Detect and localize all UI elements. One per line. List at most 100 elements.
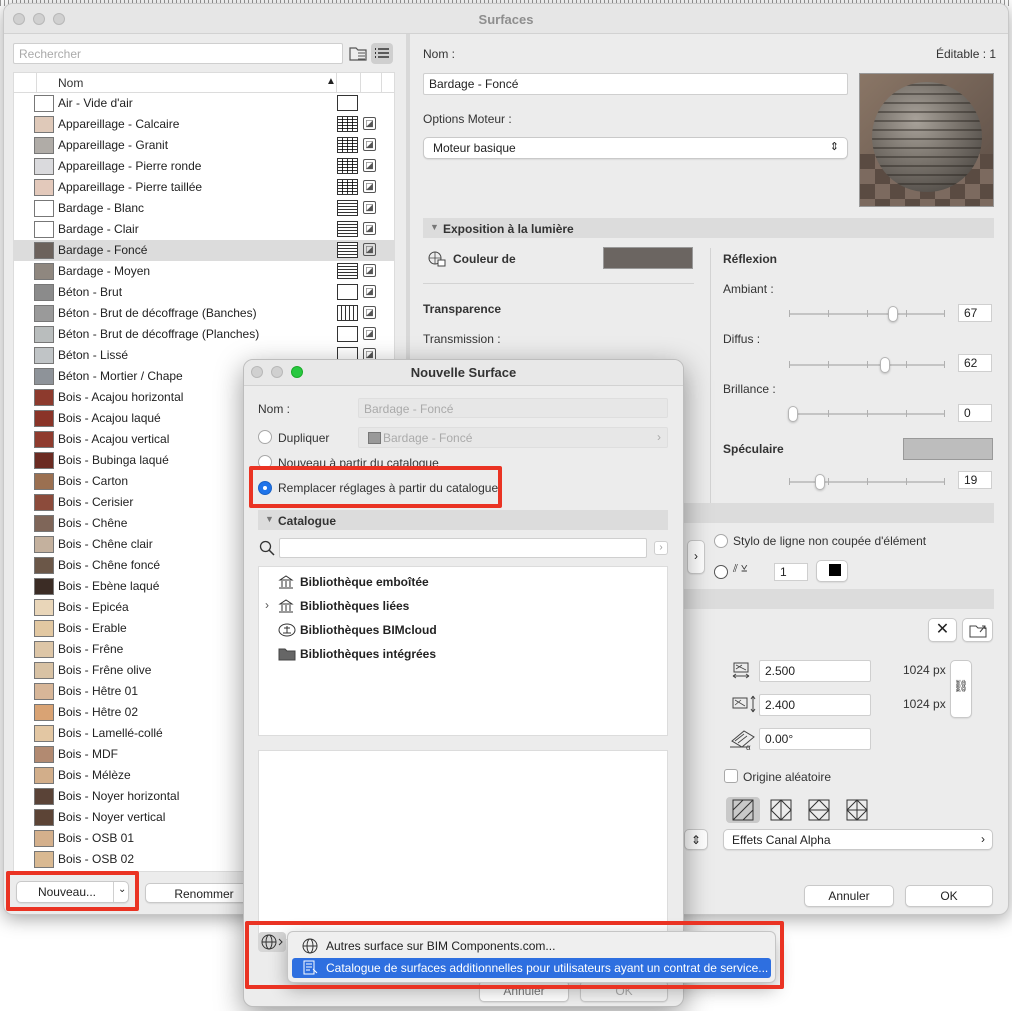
mirror-none-button[interactable] bbox=[726, 797, 760, 823]
dialog-title: Nouvelle Surface bbox=[410, 365, 517, 380]
speculaire-value[interactable]: 19 bbox=[958, 471, 992, 489]
expand-arrow-button[interactable]: › bbox=[687, 540, 705, 574]
couleur-swatch[interactable] bbox=[603, 247, 693, 269]
alpha-effects-button[interactable]: Effets Canal Alpha › bbox=[723, 829, 993, 850]
remove-texture-button[interactable]: ✕ bbox=[928, 618, 957, 642]
list-item[interactable]: Béton - Brut de décoffrage (Planches) ◪ bbox=[14, 324, 394, 345]
surface-name: Air - Vide d'air bbox=[58, 96, 133, 110]
catalogue-search-input[interactable] bbox=[279, 538, 647, 558]
surface-swatch bbox=[34, 452, 54, 469]
surface-name: Bardage - Foncé bbox=[58, 243, 148, 257]
list-item[interactable]: Air - Vide d'air bbox=[14, 93, 394, 114]
texture-icon: ◪ bbox=[363, 138, 376, 151]
dupliquer-select[interactable]: Bardage - Foncé › bbox=[358, 427, 668, 448]
hatch-pattern-icon bbox=[337, 305, 358, 321]
disclosure-triangle-icon[interactable]: ▼ bbox=[430, 222, 439, 232]
list-item[interactable]: Bardage - Foncé ◪ bbox=[14, 240, 394, 261]
diffus-value[interactable]: 62 bbox=[958, 354, 992, 372]
surface-name-field[interactable]: Bardage - Foncé bbox=[423, 73, 848, 95]
list-item[interactable]: Appareillage - Pierre ronde ◪ bbox=[14, 156, 394, 177]
speculaire-slider[interactable] bbox=[789, 474, 945, 490]
list-item[interactable]: Appareillage - Calcaire ◪ bbox=[14, 114, 394, 135]
mirror-both-button[interactable] bbox=[840, 797, 874, 823]
stepper-button[interactable]: ⇕ bbox=[684, 829, 708, 850]
column-header-name[interactable]: Nom bbox=[58, 76, 83, 90]
library-item[interactable]: Bibliothèques intégrées bbox=[259, 643, 667, 665]
width-input[interactable]: 2.500 bbox=[759, 660, 871, 682]
surface-name: Bois - Ebène laqué bbox=[58, 579, 160, 593]
list-item[interactable]: Bardage - Blanc ◪ bbox=[14, 198, 394, 219]
folder-view-icon[interactable] bbox=[349, 45, 367, 62]
stylo-pen-number[interactable]: 1 bbox=[774, 563, 808, 581]
library-tree[interactable]: Bibliothèque emboîtée › Bibliothèques liée… bbox=[258, 566, 668, 736]
pen-radio[interactable] bbox=[714, 565, 728, 579]
hatch-pattern-icon bbox=[337, 179, 358, 195]
search-icon bbox=[259, 540, 275, 556]
stylo-radio[interactable] bbox=[714, 534, 728, 548]
surface-name: Béton - Brut bbox=[58, 285, 123, 299]
dupliquer-radio[interactable] bbox=[258, 430, 272, 444]
chain-link-icon: ⛓ bbox=[953, 679, 969, 693]
list-item[interactable]: Bardage - Clair ◪ bbox=[14, 219, 394, 240]
surface-name: Bois - Chêne clair bbox=[58, 537, 153, 551]
surface-swatch bbox=[34, 263, 54, 280]
diffus-label: Diffus : bbox=[723, 332, 761, 346]
width-icon bbox=[731, 660, 751, 680]
link-dimensions-button[interactable]: ⛓ bbox=[950, 660, 972, 718]
list-item[interactable]: Béton - Brut de décoffrage (Banches) ◪ bbox=[14, 303, 394, 324]
moteur-select[interactable]: Moteur basique ⇕ bbox=[423, 137, 848, 159]
sort-ascending-icon[interactable]: ▲ bbox=[326, 76, 336, 87]
library-name: Bibliothèques intégrées bbox=[300, 647, 437, 661]
origine-checkbox[interactable] bbox=[724, 769, 738, 783]
list-view-icon[interactable] bbox=[371, 43, 393, 64]
dialog-nom-field[interactable]: Bardage - Foncé bbox=[358, 398, 668, 418]
diffus-slider-knob[interactable] bbox=[880, 357, 890, 373]
pen-color-button[interactable] bbox=[816, 560, 848, 582]
texture-icon: ◪ bbox=[363, 327, 376, 340]
annuler-button[interactable]: Annuler bbox=[804, 885, 894, 907]
library-item[interactable]: Bibliothèques BIMcloud bbox=[259, 619, 667, 641]
hatch-pattern-icon bbox=[337, 242, 358, 258]
ok-button[interactable]: OK bbox=[905, 885, 993, 907]
library-item[interactable]: › Bibliothèques liées bbox=[259, 595, 667, 617]
surface-swatch bbox=[34, 725, 54, 742]
brillance-value[interactable]: 0 bbox=[958, 404, 992, 422]
section-header-collapsed[interactable] bbox=[684, 503, 994, 523]
ambiant-value[interactable]: 67 bbox=[958, 304, 992, 322]
surface-swatch bbox=[34, 389, 54, 406]
height-input[interactable]: 2.400 bbox=[759, 694, 871, 716]
surface-name: Appareillage - Pierre taillée bbox=[58, 180, 203, 194]
mirror-vertical-button[interactable] bbox=[802, 797, 836, 823]
surface-name: Bois - OSB 01 bbox=[58, 831, 135, 845]
mirror-horizontal-button[interactable] bbox=[764, 797, 798, 823]
disclosure-triangle-icon[interactable]: ▼ bbox=[265, 514, 274, 524]
list-header[interactable]: Nom ▲ bbox=[14, 73, 394, 93]
search-input[interactable]: Rechercher bbox=[13, 43, 343, 64]
catalogue-section-header[interactable]: ▼ Catalogue bbox=[258, 510, 668, 530]
ambiant-slider-knob[interactable] bbox=[888, 306, 898, 322]
speculaire-swatch[interactable] bbox=[903, 438, 993, 460]
list-item[interactable]: Bardage - Moyen ◪ bbox=[14, 261, 394, 282]
origine-label: Origine aléatoire bbox=[743, 770, 832, 784]
exposition-section-header[interactable]: ▼ Exposition à la lumière bbox=[423, 218, 994, 238]
surface-preview bbox=[859, 73, 994, 207]
search-go-button[interactable]: › bbox=[654, 541, 668, 555]
surface-name: Bois - Mélèze bbox=[58, 768, 131, 782]
expand-chevron-icon[interactable]: › bbox=[265, 598, 269, 612]
angle-input[interactable]: 0.00° bbox=[759, 728, 871, 750]
brillance-slider[interactable] bbox=[788, 406, 945, 422]
load-texture-button[interactable] bbox=[962, 618, 993, 642]
brillance-slider-knob[interactable] bbox=[788, 406, 798, 422]
speculaire-slider-knob[interactable] bbox=[815, 474, 825, 490]
library-item[interactable]: Bibliothèque emboîtée bbox=[259, 571, 667, 593]
diffus-slider[interactable] bbox=[789, 357, 945, 373]
list-item[interactable]: Appareillage - Pierre taillée ◪ bbox=[14, 177, 394, 198]
surface-swatch bbox=[34, 326, 54, 343]
list-item[interactable]: Béton - Brut ◪ bbox=[14, 282, 394, 303]
section-header-texture[interactable] bbox=[684, 589, 994, 609]
chevron-right-icon: › bbox=[657, 430, 661, 444]
list-item[interactable]: Appareillage - Granit ◪ bbox=[14, 135, 394, 156]
highlight-popup-menu bbox=[245, 921, 784, 989]
library-icon bbox=[278, 599, 294, 616]
ambiant-slider[interactable] bbox=[789, 306, 945, 322]
